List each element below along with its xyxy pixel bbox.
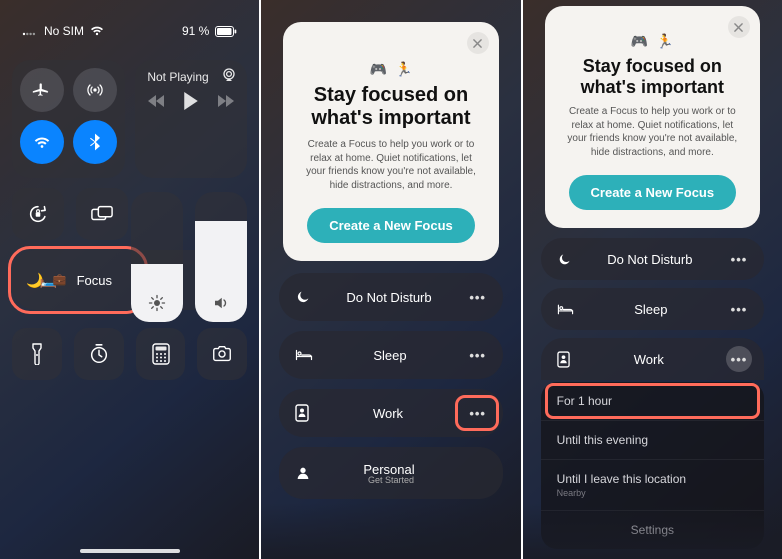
prev-track-icon[interactable]	[147, 94, 165, 108]
card-icons: 🎮 🏃	[301, 62, 480, 76]
option-until-evening[interactable]: Until this evening	[541, 420, 764, 459]
option-label: Until I leave this location	[557, 472, 686, 486]
cellular-dots-icon	[22, 26, 38, 36]
bluetooth-button[interactable]	[73, 120, 117, 164]
moon-icon	[295, 289, 311, 305]
create-focus-button[interactable]: Create a New Focus	[307, 208, 475, 243]
card-icons: 🎮 🏃	[563, 34, 742, 48]
screen-mirror-button[interactable]	[76, 188, 128, 240]
focus-item-work[interactable]: Work •••	[279, 389, 502, 437]
wifi-icon	[90, 26, 104, 36]
badge-icon	[295, 404, 309, 422]
option-until-leave[interactable]: Until I leave this location Nearby	[541, 459, 764, 510]
sun-icon	[148, 294, 166, 312]
game-icon: 🎮	[370, 62, 387, 76]
play-icon[interactable]	[183, 92, 199, 110]
focus-card: 🎮 🏃 Stay focused on what's important Cre…	[283, 22, 498, 261]
badge-icon	[557, 351, 570, 368]
airplane-button[interactable]	[20, 68, 64, 112]
volume-slider[interactable]	[195, 192, 247, 322]
timer-button[interactable]	[74, 328, 124, 380]
focus-item-dnd[interactable]: Do Not Disturb •••	[279, 273, 502, 321]
focus-item-dnd[interactable]: Do Not Disturb •••	[541, 238, 764, 280]
create-focus-button[interactable]: Create a New Focus	[569, 175, 737, 210]
status-bar: No SIM 91 %	[12, 0, 247, 56]
speaker-icon	[212, 294, 230, 312]
focus-item-sleep[interactable]: Sleep •••	[541, 288, 764, 330]
card-body: Create a Focus to help you work or to re…	[563, 105, 742, 159]
focus-options-menu: For 1 hour Until this evening Until I le…	[541, 382, 764, 549]
close-button[interactable]	[728, 16, 750, 38]
focus-item-label: Sleep	[588, 302, 714, 317]
option-label: Settings	[631, 523, 674, 537]
option-for-1-hour[interactable]: For 1 hour	[541, 382, 764, 420]
focus-cluster-icon: 🌙🛏️💼	[26, 273, 67, 287]
focus-item-sleep[interactable]: Sleep •••	[279, 331, 502, 379]
option-settings[interactable]: Settings	[541, 510, 764, 549]
home-indicator[interactable]	[80, 549, 180, 553]
run-icon: 🏃	[395, 62, 412, 76]
more-button[interactable]: •••	[465, 342, 491, 368]
carrier-label: No SIM	[44, 24, 84, 38]
focus-item-sublabel: Get Started	[368, 475, 414, 485]
next-track-icon[interactable]	[217, 94, 235, 108]
now-playing-tile[interactable]: Not Playing	[135, 60, 247, 178]
person-icon	[295, 465, 311, 481]
focus-item-work[interactable]: Work •••	[541, 338, 764, 380]
panel-focus-list: 🎮 🏃 Stay focused on what's important Cre…	[261, 0, 520, 559]
card-title: Stay focused on what's important	[563, 56, 742, 97]
more-button[interactable]: •••	[465, 400, 491, 426]
focus-item-label: Work	[584, 352, 714, 367]
close-button[interactable]	[467, 32, 489, 54]
game-icon: 🎮	[631, 34, 648, 48]
more-button[interactable]: •••	[726, 346, 752, 372]
camera-button[interactable]	[197, 328, 247, 380]
card-title: Stay focused on what's important	[301, 84, 480, 130]
panel-focus-options: 🎮 🏃 Stay focused on what's important Cre…	[523, 0, 782, 559]
flashlight-button[interactable]	[12, 328, 62, 380]
connectivity-tile	[12, 60, 125, 178]
battery-label: 91 %	[182, 24, 209, 38]
brightness-slider[interactable]	[131, 192, 183, 322]
focus-item-label: Sleep	[327, 348, 452, 363]
battery-icon	[215, 26, 237, 37]
moon-icon	[557, 252, 572, 267]
more-button[interactable]: •••	[726, 246, 752, 272]
wifi-button[interactable]	[20, 120, 64, 164]
option-label: For 1 hour	[557, 394, 612, 408]
panel-control-center: No SIM 91 %	[0, 0, 259, 559]
more-button[interactable]: •••	[465, 284, 491, 310]
orientation-lock-button[interactable]	[12, 188, 64, 240]
bed-icon	[557, 303, 574, 316]
calculator-button[interactable]	[136, 328, 186, 380]
card-body: Create a Focus to help you work or to re…	[301, 138, 480, 192]
focus-label: Focus	[77, 273, 112, 288]
airplay-icon[interactable]	[221, 68, 237, 82]
bed-icon	[295, 348, 313, 362]
focus-item-label: Work	[323, 406, 452, 421]
focus-card: 🎮 🏃 Stay focused on what's important Cre…	[545, 6, 760, 228]
focus-item-label: Do Not Disturb	[586, 252, 714, 267]
option-sublabel: Nearby	[557, 488, 748, 498]
more-button[interactable]: •••	[726, 296, 752, 322]
option-label: Until this evening	[557, 433, 648, 447]
cellular-button[interactable]	[73, 68, 117, 112]
focus-item-personal[interactable]: Personal Get Started	[279, 447, 502, 499]
focus-item-label: Do Not Disturb	[325, 290, 452, 305]
run-icon: 🏃	[656, 34, 673, 48]
